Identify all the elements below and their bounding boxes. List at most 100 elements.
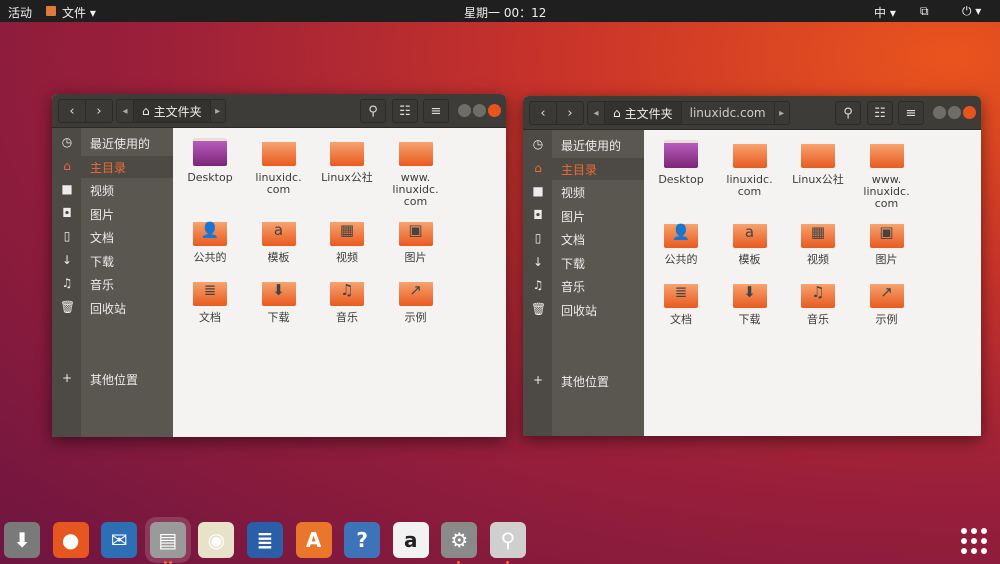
header-bar: ‹ › ◂ ⌂ 主文件夹 linuxidc.com ▸ ⚲ ☷ ≡	[523, 96, 981, 130]
minimize-button[interactable]	[933, 106, 946, 119]
dock-software-updater[interactable]: ⚲	[490, 522, 526, 558]
file-item[interactable]: a 模板	[717, 220, 783, 266]
folder-emblem-icon: ⬇	[743, 283, 756, 301]
breadcrumb-home[interactable]: ⌂ 主文件夹	[134, 100, 211, 122]
folder-emblem-icon: 👤	[671, 223, 691, 241]
dock-files[interactable]: ▤	[144, 517, 191, 563]
file-item[interactable]: ≣ 文档	[648, 280, 714, 326]
dock-thunderbird[interactable]: ✉	[101, 522, 138, 558]
sidebar-item-6[interactable]: ♫ 音乐	[52, 273, 173, 295]
file-item[interactable]: Linux公社	[314, 138, 380, 184]
maximize-button[interactable]	[948, 106, 961, 119]
breadcrumb-left-arrow[interactable]: ◂	[117, 100, 134, 122]
file-view: Desktop linuxidc. com Linux公社 www. linuxidc…	[173, 128, 506, 437]
dock-ubuntu-software[interactable]: A	[295, 522, 332, 558]
file-item[interactable]: ♫ 音乐	[314, 278, 380, 324]
folder-icon: ⬇	[261, 278, 296, 306]
breadcrumb-home[interactable]: ⌂ 主文件夹	[605, 102, 682, 124]
sidebar-item-0[interactable]: ◷ 最近使用的	[52, 132, 173, 154]
dock-libreoffice-writer[interactable]: ≣	[247, 522, 283, 558]
dock-ubuntu-installer[interactable]: ⬇	[4, 522, 40, 558]
breadcrumb-folder[interactable]: linuxidc.com	[682, 102, 775, 124]
sidebar-item-7[interactable]: 🗑 回收站	[523, 299, 644, 321]
folder-emblem-icon: ≣	[203, 281, 217, 299]
menu-button[interactable]: ≡	[423, 99, 449, 123]
activities-button[interactable]: 活动	[8, 4, 32, 21]
sidebar-item-5[interactable]: ↓ 下载	[52, 250, 173, 272]
file-item[interactable]: www. linuxidc. com	[383, 138, 449, 208]
sidebar-item-6[interactable]: ♫ 音乐	[523, 275, 644, 297]
maximize-button[interactable]	[473, 104, 486, 117]
folder-emblem-icon: 👤	[200, 221, 220, 239]
file-item[interactable]: ▣ 图片	[383, 218, 449, 264]
sidebar-item-8[interactable]: + 其他位置	[52, 368, 173, 390]
close-button[interactable]	[963, 106, 976, 119]
view-toggle-button[interactable]: ☷	[392, 99, 418, 123]
folder-icon	[732, 140, 767, 168]
folder-icon	[398, 138, 433, 166]
forward-button[interactable]: ›	[556, 101, 584, 125]
file-item[interactable]: ↗ 示例	[383, 278, 449, 324]
file-item[interactable]: ≣ 文档	[177, 278, 243, 324]
desktop-folder-icon	[664, 140, 698, 168]
sidebar-item-2[interactable]: ■ 视频	[523, 181, 644, 203]
file-item[interactable]: ↗ 示例	[854, 280, 920, 326]
clock[interactable]: 星期一 00：12	[464, 4, 546, 21]
file-label: 文档	[199, 311, 221, 324]
file-item[interactable]: ♫ 音乐	[785, 280, 851, 326]
software-updater-icon: ⚲	[500, 528, 516, 552]
dock-system-settings[interactable]: ⚙	[441, 522, 478, 558]
file-item[interactable]: Desktop	[648, 140, 714, 186]
show-applications-button[interactable]	[961, 528, 987, 554]
file-item[interactable]: a 模板	[246, 218, 312, 264]
menu-button[interactable]: ≡	[898, 101, 924, 125]
file-item[interactable]: Linux公社	[785, 140, 851, 186]
breadcrumb-left-arrow[interactable]: ◂	[588, 102, 605, 124]
back-button[interactable]: ‹	[58, 99, 86, 123]
sidebar-item-2[interactable]: ■ 视频	[52, 179, 173, 201]
power-menu[interactable]: ⏻ ▾	[962, 4, 981, 19]
minimize-button[interactable]	[458, 104, 471, 117]
forward-button[interactable]: ›	[85, 99, 113, 123]
network-icon[interactable]: ⧉	[920, 4, 929, 19]
dock-amazon[interactable]: a	[392, 522, 429, 558]
sidebar-item-0[interactable]: ◷ 最近使用的	[523, 134, 644, 156]
sidebar-item-label: 最近使用的	[90, 137, 151, 151]
sidebar-item-4[interactable]: ▯ 文档	[523, 228, 644, 250]
sidebar-item-8[interactable]: + 其他位置	[523, 370, 644, 392]
file-item[interactable]: ▦ 视频	[785, 220, 851, 266]
sidebar-item-1[interactable]: ⌂ 主目录	[52, 155, 173, 178]
breadcrumb-right-arrow[interactable]: ▸	[775, 108, 789, 119]
back-button[interactable]: ‹	[529, 101, 557, 125]
file-item[interactable]: ▦ 视频	[314, 218, 380, 264]
dock-rhythmbox[interactable]: ◉	[198, 522, 235, 558]
file-label: 视频	[807, 253, 829, 266]
view-toggle-button[interactable]: ☷	[867, 101, 893, 125]
sidebar-item-4[interactable]: ▯ 文档	[52, 226, 173, 248]
file-item[interactable]: 👤 公共的	[177, 218, 243, 264]
file-item[interactable]: www. linuxidc. com	[854, 140, 920, 210]
sidebar-item-label: 回收站	[90, 301, 127, 316]
sidebar-item-1[interactable]: ⌂ 主目录	[523, 157, 644, 180]
file-item[interactable]: ▣ 图片	[854, 220, 920, 266]
file-item[interactable]: linuxidc. com	[717, 140, 783, 198]
app-menu[interactable]: 文件 ▾	[62, 4, 96, 21]
sidebar-item-5[interactable]: ↓ 下载	[523, 252, 644, 274]
breadcrumb-right-arrow[interactable]: ▸	[211, 106, 225, 117]
search-button[interactable]: ⚲	[360, 99, 386, 123]
file-item[interactable]: Desktop	[177, 138, 243, 184]
file-item[interactable]: ⬇ 下载	[246, 278, 312, 324]
dock-help[interactable]: ?	[344, 522, 381, 558]
sidebar-item-3[interactable]: ◘ 图片	[52, 203, 173, 225]
folder-icon: ↗	[398, 278, 433, 306]
search-button[interactable]: ⚲	[835, 101, 861, 125]
file-item[interactable]: linuxidc. com	[246, 138, 312, 196]
sidebar-item-7[interactable]: 🗑 回收站	[52, 297, 173, 319]
trash-icon: 🗑	[60, 299, 76, 314]
sidebar-item-3[interactable]: ◘ 图片	[523, 205, 644, 227]
dock-firefox[interactable]: ●	[52, 522, 89, 558]
file-item[interactable]: ⬇ 下载	[717, 280, 783, 326]
file-item[interactable]: 👤 公共的	[648, 220, 714, 266]
close-button[interactable]	[488, 104, 501, 117]
input-method-menu[interactable]: 中 ▾	[874, 4, 896, 21]
